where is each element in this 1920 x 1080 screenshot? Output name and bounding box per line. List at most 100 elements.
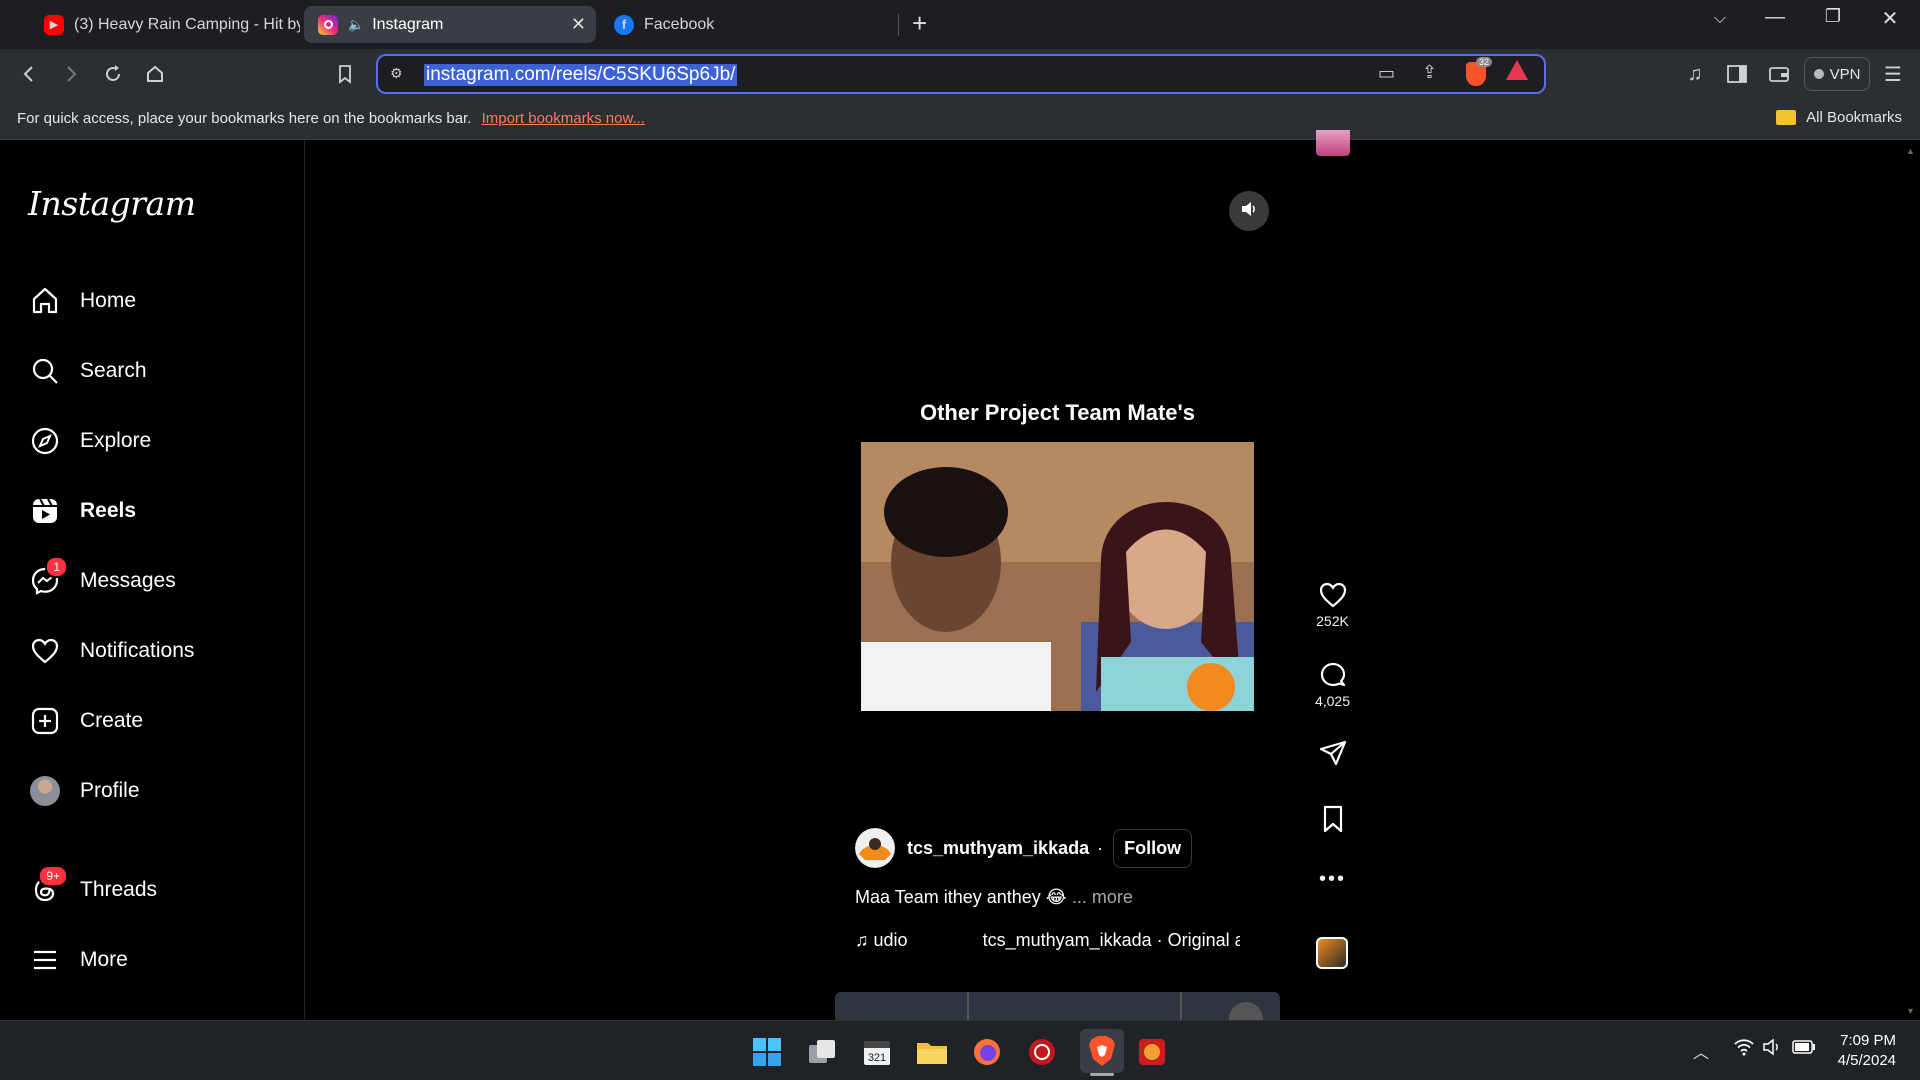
comment-button[interactable]: 4,025 xyxy=(1305,660,1360,709)
home-browser-icon[interactable] xyxy=(142,61,168,87)
install-app-icon[interactable]: ▭ xyxy=(1378,63,1395,84)
sidebar-item-notifications[interactable]: Notifications xyxy=(28,626,288,676)
youtube-icon: ▶ xyxy=(44,14,64,35)
menu-icon xyxy=(28,943,62,977)
more-options-icon[interactable]: ••• xyxy=(1305,868,1360,891)
instagram-logo[interactable]: Instagram xyxy=(28,184,196,223)
firefox-icon[interactable] xyxy=(970,1035,1004,1069)
follow-button[interactable]: Follow xyxy=(1113,828,1193,868)
media-icon[interactable]: ♫ xyxy=(1682,61,1708,87)
send-icon xyxy=(1317,740,1349,771)
reel-video-frame[interactable] xyxy=(861,442,1254,711)
tab-facebook[interactable]: f Facebook xyxy=(600,6,890,43)
share-button[interactable] xyxy=(1305,738,1360,771)
sidebar-item-profile[interactable]: Profile xyxy=(28,766,288,816)
share-icon[interactable]: ⇪ xyxy=(1422,62,1437,83)
import-bookmarks-link[interactable]: Import bookmarks now... xyxy=(482,110,645,127)
security-app-icon[interactable] xyxy=(1025,1035,1059,1069)
audio-thumbnail[interactable] xyxy=(1316,937,1348,969)
tab-instagram[interactable]: 🔈 Instagram ✕ xyxy=(304,6,596,43)
windows-taskbar: 321 ︿ 7:09 PM 4/5/2024 xyxy=(0,1020,1920,1080)
system-tray-chevron-icon[interactable]: ︿ xyxy=(1693,1039,1709,1063)
game-app-icon[interactable] xyxy=(1135,1035,1169,1069)
folder-icon xyxy=(1776,110,1797,125)
bookmark-page-icon[interactable] xyxy=(332,61,358,87)
home-icon xyxy=(28,284,62,318)
prev-reel-avatar[interactable] xyxy=(1316,130,1350,156)
next-reel-preview[interactable] xyxy=(835,992,1280,1020)
like-count: 252K xyxy=(1316,613,1349,629)
caption-more-link[interactable]: ... more xyxy=(1072,887,1133,907)
brave-rewards-icon[interactable] xyxy=(1506,60,1528,80)
heart-icon xyxy=(28,634,62,668)
brave-browser-icon[interactable] xyxy=(1080,1029,1124,1073)
tab-divider xyxy=(898,14,899,36)
next-reel-divider xyxy=(1180,992,1182,1020)
minimize-icon[interactable]: — xyxy=(1755,6,1795,29)
restore-icon[interactable]: ❐ xyxy=(1813,6,1853,27)
sidebar-item-threads[interactable]: 9+ Threads xyxy=(28,865,288,915)
sidebar-item-explore[interactable]: Explore xyxy=(28,416,288,466)
battery-icon[interactable] xyxy=(1792,1039,1816,1060)
vpn-button[interactable]: VPN xyxy=(1804,57,1870,91)
speaker-icon xyxy=(1240,200,1258,223)
messages-badge: 1 xyxy=(45,556,68,578)
all-bookmarks-button[interactable]: All Bookmarks xyxy=(1776,109,1902,126)
scroll-down-arrow[interactable]: ▼ xyxy=(1906,1006,1915,1016)
page-scrollbar[interactable]: ▲ ▼ xyxy=(1900,140,1920,1020)
video-frame-image xyxy=(861,442,1254,711)
save-button[interactable] xyxy=(1305,804,1360,837)
sidebar-item-messages[interactable]: 1 Messages xyxy=(28,556,288,606)
sidebar-item-reels[interactable]: Reels xyxy=(28,486,288,536)
reel-audio[interactable]: ♫ udio tcs_muthyam_ikkada · Original a xyxy=(855,930,1240,951)
wallet-icon[interactable] xyxy=(1766,61,1792,87)
system-clock[interactable]: 7:09 PM 4/5/2024 xyxy=(1838,1031,1896,1071)
browser-toolbar: ⚙ instagram.com/reels/C5SKU6Sp6Jb/ ▭ ⇪ 3… xyxy=(0,49,1920,99)
comment-count: 4,025 xyxy=(1314,693,1351,709)
file-explorer-icon[interactable] xyxy=(915,1035,949,1069)
profile-avatar xyxy=(28,774,62,808)
site-settings-icon[interactable]: ⚙ xyxy=(390,65,403,82)
reels-icon xyxy=(28,494,62,528)
separator-dot: · xyxy=(1097,837,1104,858)
bookmark-icon xyxy=(1319,805,1347,837)
next-reel-divider xyxy=(967,992,969,1020)
back-icon[interactable] xyxy=(16,61,42,87)
threads-badge: 9+ xyxy=(38,865,68,887)
tab-youtube[interactable]: ▶ (3) Heavy Rain Camping - Hit by Hea xyxy=(30,6,300,43)
vpn-status-icon xyxy=(1813,69,1824,79)
wifi-icon[interactable] xyxy=(1733,1037,1755,1062)
like-button[interactable]: 252K xyxy=(1305,580,1360,629)
heart-icon xyxy=(1317,582,1349,613)
reel-caption: Maa Team ithey anthey 😂 ... more xyxy=(855,887,1133,907)
mute-button[interactable] xyxy=(1229,191,1269,231)
active-app-indicator xyxy=(1090,1073,1114,1076)
close-window-icon[interactable]: ✕ xyxy=(1870,6,1910,31)
task-view-icon[interactable] xyxy=(805,1035,839,1069)
forward-icon[interactable] xyxy=(58,61,84,87)
author-avatar[interactable] xyxy=(855,828,895,868)
url-text[interactable]: instagram.com/reels/C5SKU6Sp6Jb/ xyxy=(424,64,738,86)
reload-icon[interactable] xyxy=(100,61,126,87)
sidebar-item-search[interactable]: Search xyxy=(28,346,288,396)
speaker-icon[interactable]: 🔈 xyxy=(348,17,364,33)
sidebar-item-home[interactable]: Home xyxy=(28,276,288,326)
facebook-icon: f xyxy=(614,14,634,35)
windows-start-icon[interactable] xyxy=(750,1035,784,1069)
close-tab-icon[interactable]: ✕ xyxy=(571,14,586,35)
messages-icon: 1 xyxy=(28,556,68,598)
explore-icon xyxy=(28,424,62,458)
author-username[interactable]: tcs_muthyam_ikkada xyxy=(907,838,1089,859)
sidebar-toggle-icon[interactable] xyxy=(1724,61,1750,87)
create-icon xyxy=(28,704,62,738)
new-tab-icon[interactable]: + xyxy=(912,8,927,39)
address-bar[interactable]: ⚙ instagram.com/reels/C5SKU6Sp6Jb/ ▭ ⇪ 3… xyxy=(376,54,1546,94)
next-reel-mute-icon[interactable] xyxy=(1229,1002,1263,1020)
volume-icon[interactable] xyxy=(1762,1038,1784,1061)
calendar-app-icon[interactable]: 321 xyxy=(860,1035,894,1069)
browser-menu-icon[interactable]: ☰ xyxy=(1880,61,1906,87)
tab-list-chevron-icon[interactable]: ⌵ xyxy=(1700,10,1740,28)
sidebar-item-create[interactable]: Create xyxy=(28,696,288,746)
sidebar-item-more[interactable]: More xyxy=(28,935,288,985)
scroll-up-arrow[interactable]: ▲ xyxy=(1906,146,1915,156)
